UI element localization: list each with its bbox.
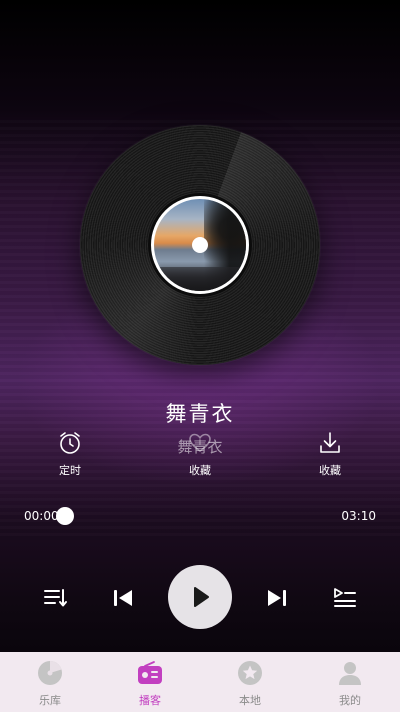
nav-item-local[interactable]: 本地 bbox=[200, 652, 300, 712]
star-icon bbox=[238, 661, 262, 685]
nav-label-podcast: 播客 bbox=[139, 694, 161, 707]
play-button[interactable] bbox=[168, 565, 232, 629]
progress-track[interactable] bbox=[65, 516, 335, 518]
download-button[interactable]: 收藏 bbox=[300, 430, 360, 478]
nav-item-mine[interactable]: 我的 bbox=[300, 652, 400, 712]
skip-previous-icon bbox=[114, 590, 132, 606]
favorite-label: 收藏 bbox=[189, 464, 211, 477]
timer-label: 定时 bbox=[59, 464, 81, 477]
queue-button[interactable] bbox=[330, 583, 360, 613]
play-icon bbox=[194, 587, 209, 607]
queue-icon bbox=[334, 588, 356, 607]
person-icon bbox=[339, 662, 361, 685]
favorite-button[interactable]: 收藏 bbox=[170, 430, 230, 478]
download-icon bbox=[320, 432, 340, 453]
skip-next-icon bbox=[268, 590, 286, 606]
playlist-button[interactable] bbox=[40, 583, 70, 613]
previous-button[interactable] bbox=[108, 583, 138, 613]
music-disc-icon bbox=[38, 661, 62, 685]
song-title: 舞青衣 bbox=[165, 402, 235, 426]
album-cover-shore bbox=[154, 267, 246, 291]
nav-label-library: 乐库 bbox=[39, 694, 61, 707]
nav-label-mine: 我的 bbox=[339, 694, 361, 707]
radio-icon bbox=[138, 661, 162, 684]
playlist-icon bbox=[44, 589, 67, 607]
bottom-navigation: 乐库 播客 本地 我的 bbox=[0, 652, 400, 712]
current-time: 00:00 bbox=[24, 509, 59, 523]
total-time: 03:10 bbox=[341, 509, 376, 523]
progress-thumb[interactable] bbox=[56, 507, 74, 525]
alarm-clock-icon bbox=[60, 432, 80, 454]
next-button[interactable] bbox=[262, 583, 292, 613]
nav-label-local: 本地 bbox=[239, 694, 261, 707]
nav-item-library[interactable]: 乐库 bbox=[0, 652, 100, 712]
heart-icon bbox=[189, 433, 211, 452]
timer-button[interactable]: 定时 bbox=[40, 430, 100, 478]
nav-item-podcast[interactable]: 播客 bbox=[100, 652, 200, 712]
vinyl-record[interactable] bbox=[80, 125, 320, 365]
vinyl-spindle bbox=[192, 237, 208, 253]
download-label: 收藏 bbox=[319, 464, 341, 477]
